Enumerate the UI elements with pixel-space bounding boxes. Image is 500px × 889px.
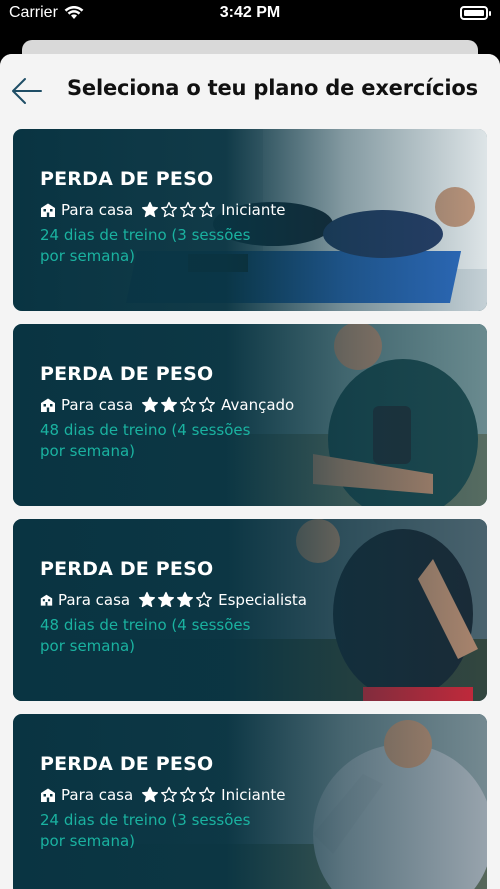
difficulty-rating: [141, 786, 216, 804]
star-empty-icon: [199, 396, 216, 413]
star-empty-icon: [180, 786, 197, 803]
plan-location: Para casa: [57, 591, 131, 609]
difficulty-rating: [141, 201, 216, 219]
plan-level: Iniciante: [221, 201, 286, 219]
battery-icon: [460, 6, 491, 20]
plan-meta: Para casa Iniciante: [40, 785, 307, 805]
plan-level: Especialista: [218, 591, 307, 609]
plan-duration: 48 dias de treino (4 sessões por semana): [40, 616, 251, 655]
plan-level: Avançado: [221, 396, 295, 414]
star-filled-icon: [139, 591, 156, 608]
plan-title: PERDA DE PESO: [40, 363, 214, 385]
plan-meta: Para casa Iniciante: [40, 200, 307, 220]
difficulty-rating: [138, 591, 213, 609]
plan-title: PERDA DE PESO: [40, 558, 214, 580]
plan-meta: Para casa Especialista: [40, 590, 307, 610]
plan-card[interactable]: PERDA DE PESO Para casa Iniciante 24 dia…: [13, 714, 487, 889]
house-icon: [41, 398, 55, 412]
plan-location: Para casa: [61, 786, 134, 804]
star-filled-icon: [161, 396, 178, 413]
plan-level: Iniciante: [221, 786, 286, 804]
plan-meta: Para casa Avançado: [40, 395, 307, 415]
arrow-left-icon: [12, 78, 42, 104]
house-icon: [40, 594, 53, 606]
back-button[interactable]: [10, 74, 44, 108]
star-empty-icon: [180, 396, 197, 413]
star-empty-icon: [161, 201, 178, 218]
star-empty-icon: [199, 786, 216, 803]
header: Seleciona o teu plano de exercícios: [0, 54, 500, 128]
status-bar: Carrier 3:42 PM: [0, 0, 500, 30]
star-filled-icon: [177, 591, 194, 608]
star-filled-icon: [142, 786, 159, 803]
plan-duration: 24 dias de treino (3 sessões por semana): [40, 226, 251, 265]
star-empty-icon: [199, 201, 216, 218]
star-empty-icon: [180, 201, 197, 218]
plan-location: Para casa: [61, 396, 134, 414]
difficulty-rating: [141, 396, 216, 414]
plan-card[interactable]: PERDA DE PESO Para casa Iniciante 24 dia…: [13, 129, 487, 311]
plan-card[interactable]: PERDA DE PESO Para casa Avançado 48 dias…: [13, 324, 487, 506]
plan-duration: 24 dias de treino (3 sessões por semana): [40, 811, 251, 850]
star-filled-icon: [142, 396, 159, 413]
plan-card[interactable]: PERDA DE PESO Para casa Especialista 48 …: [13, 519, 487, 701]
status-time: 3:42 PM: [219, 4, 281, 21]
plan-location: Para casa: [61, 201, 134, 219]
star-filled-icon: [142, 201, 159, 218]
house-icon: [41, 788, 55, 802]
page-title: Seleciona o teu plano de exercícios: [67, 76, 478, 100]
star-filled-icon: [158, 591, 175, 608]
plan-title: PERDA DE PESO: [40, 753, 214, 775]
plan-title: PERDA DE PESO: [40, 168, 214, 190]
star-empty-icon: [196, 591, 213, 608]
house-icon: [41, 203, 55, 217]
star-empty-icon: [161, 786, 178, 803]
plan-selection-sheet: Seleciona o teu plano de exercícios PERD…: [0, 54, 500, 889]
plan-duration: 48 dias de treino (4 sessões por semana): [40, 421, 251, 460]
